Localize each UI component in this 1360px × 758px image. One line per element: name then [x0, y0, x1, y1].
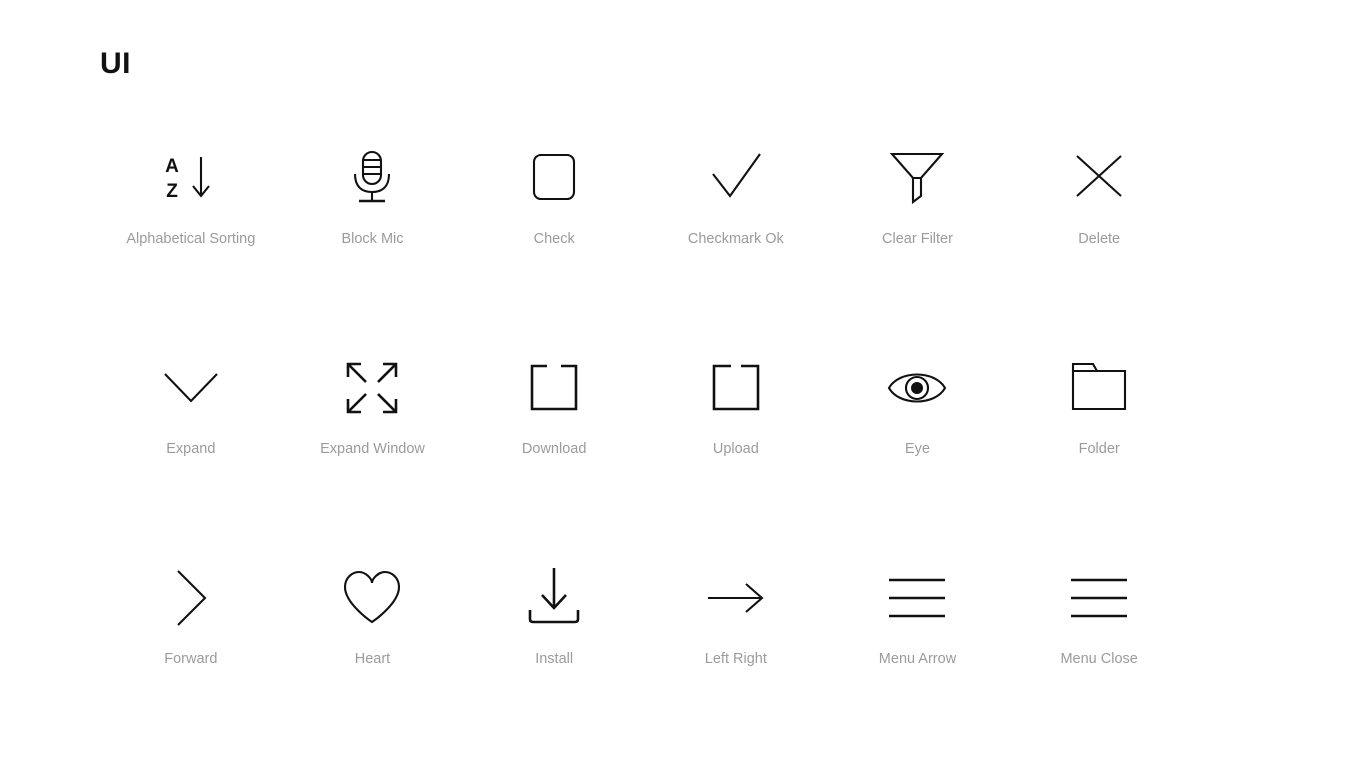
chevron-down-icon [159, 356, 223, 420]
icon-cell-block-mic[interactable]: Block Mic [282, 128, 464, 338]
icon-label: Menu Close [1060, 651, 1138, 667]
icon-label: Download [521, 441, 587, 457]
icon-cell-download[interactable]: Download [463, 338, 645, 548]
eye-icon [885, 356, 949, 420]
funnel-icon [885, 146, 949, 210]
icon-label: Block Mic [341, 231, 404, 247]
four-arrows-outward-icon [340, 356, 404, 420]
icon-cell-install[interactable]: Install [463, 548, 645, 758]
icon-cell-menu-close[interactable]: Menu Close [1008, 548, 1190, 758]
heart-outline-icon [340, 566, 404, 630]
arrow-right-icon [704, 566, 768, 630]
icon-cell-heart[interactable]: Heart [282, 548, 464, 758]
tray-open-top-icon [704, 356, 768, 420]
folder-icon [1067, 356, 1131, 420]
icon-label: Checkmark Ok [687, 231, 784, 247]
icon-cell-clear-filter[interactable]: Clear Filter [827, 128, 1009, 338]
arrow-down-to-tray-icon [522, 566, 586, 630]
icon-cell-folder[interactable]: Folder [1008, 338, 1190, 548]
icon-label: Expand Window [320, 441, 425, 457]
close-x-icon [1067, 146, 1131, 210]
checkmark-icon [704, 146, 768, 210]
icon-label: Forward [164, 651, 218, 667]
icon-label: Upload [712, 441, 759, 457]
rounded-square-checkbox-icon [522, 146, 586, 210]
page-title: UI [100, 47, 131, 80]
icon-label: Eye [904, 441, 930, 457]
svg-text:Z: Z [166, 181, 178, 202]
icon-label: Folder [1078, 441, 1120, 457]
letters-a-z-arrow-down-icon: A Z [159, 146, 223, 210]
icon-cell-delete[interactable]: Delete [1008, 128, 1190, 338]
icon-label: Check [533, 231, 575, 247]
icon-grid: A Z Alphabetical Sorting Block Mic Check… [100, 128, 1190, 758]
icon-cell-check[interactable]: Check [463, 128, 645, 338]
hamburger-menu-icon [885, 566, 949, 630]
icon-label: Heart [354, 651, 391, 667]
chevron-right-icon [159, 566, 223, 630]
microphone-icon [340, 146, 404, 210]
tray-open-top-icon [522, 356, 586, 420]
icon-cell-forward[interactable]: Forward [100, 548, 282, 758]
icon-label: Alphabetical Sorting [126, 231, 256, 247]
icon-cell-upload[interactable]: Upload [645, 338, 827, 548]
icon-label: Install [535, 651, 574, 667]
icon-label: Clear Filter [882, 231, 953, 247]
icon-cell-expand[interactable]: Expand [100, 338, 282, 548]
icon-cell-checkmark-ok[interactable]: Checkmark Ok [645, 128, 827, 338]
svg-text:A: A [165, 156, 179, 177]
icon-label: Menu Arrow [878, 651, 957, 667]
icon-cell-expand-window[interactable]: Expand Window [282, 338, 464, 548]
icon-cell-menu-arrow[interactable]: Menu Arrow [827, 548, 1009, 758]
hamburger-menu-icon [1067, 566, 1131, 630]
icon-cell-left-right[interactable]: Left Right [645, 548, 827, 758]
icon-label: Delete [1078, 231, 1121, 247]
icon-cell-alphabetical-sorting[interactable]: A Z Alphabetical Sorting [100, 128, 282, 338]
icon-label: Expand [166, 441, 216, 457]
icon-gallery-page: UI A Z Alphabetical Sorting Block Mic Ch… [0, 0, 1360, 741]
icon-label: Left Right [704, 651, 767, 667]
icon-cell-eye[interactable]: Eye [827, 338, 1009, 548]
